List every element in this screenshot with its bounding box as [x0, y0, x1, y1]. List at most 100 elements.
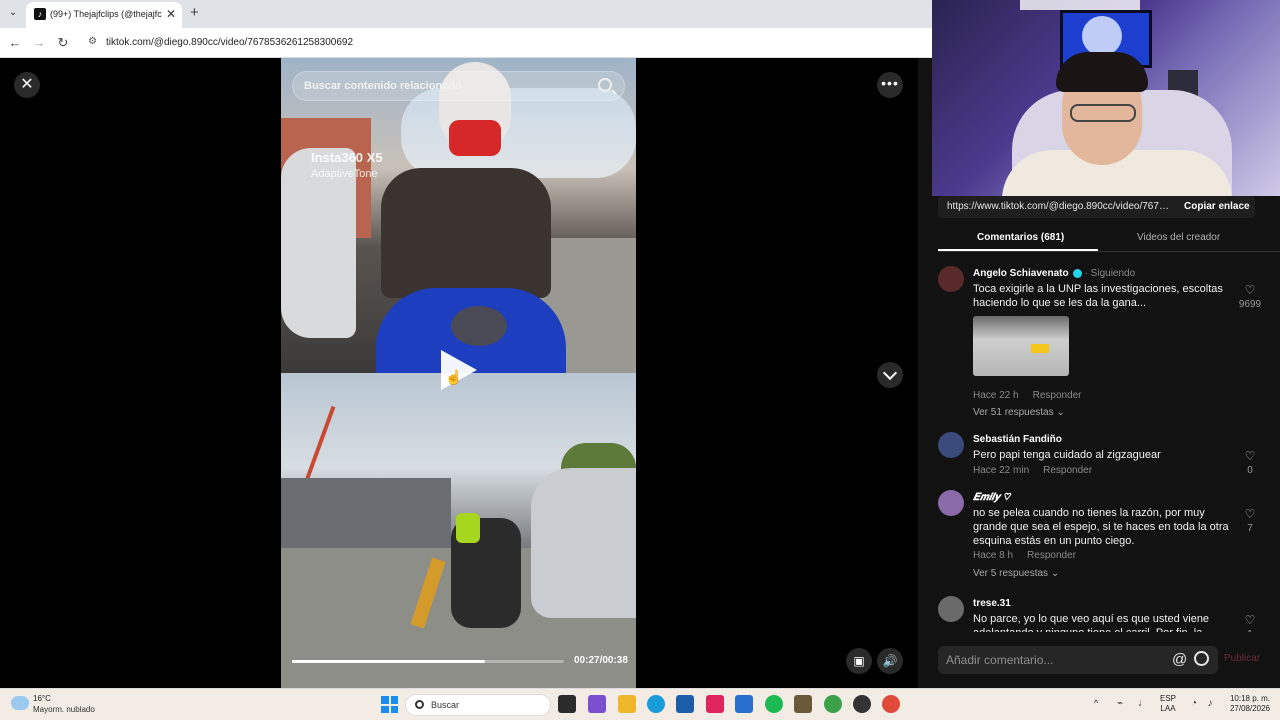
video-watermark: Insta360 X5 [311, 150, 383, 165]
new-tab-button[interactable]: + [190, 4, 199, 22]
webcam-overlay [932, 0, 1280, 196]
task-view-icon[interactable] [558, 695, 576, 713]
weather-temp[interactable]: 16°C [33, 694, 51, 703]
taskbar-search-label: Buscar [431, 700, 460, 710]
author-name[interactable]: Angelo Schiavenato [973, 268, 1069, 279]
tab-comments[interactable]: Comentarios (681) [977, 232, 1064, 243]
like-count: 0 [1247, 465, 1253, 476]
next-video-chevron-down-icon[interactable] [877, 362, 903, 388]
wifi-icon[interactable]: ◔ [1188, 698, 1200, 710]
windows-taskbar: 16°C Mayorm. nublado Buscar ^ ⌁ ♩ ESP LA… [0, 688, 1280, 720]
volume-icon[interactable]: 🔊 [877, 648, 903, 674]
browser-tab[interactable]: ♪ (99+) Thejajfclips (@thejajfclips) ✕ [26, 2, 182, 28]
share-url[interactable]: https://www.tiktok.com/@diego.890cc/vide… [947, 201, 1173, 212]
clock-date: 27/08/2026 [1229, 704, 1270, 713]
video-player[interactable]: Insta360 X5 AdaptiveTone Buscar contenid… [281, 58, 636, 688]
share-link-box: https://www.tiktok.com/@diego.890cc/vide… [938, 196, 1255, 218]
related-search-placeholder: Buscar contenido relacionado [304, 80, 462, 92]
more-options-button[interactable]: ••• [877, 72, 903, 98]
heart-icon[interactable]: ♡ [1244, 284, 1256, 296]
comment-time: Hace 22 h [973, 390, 1019, 401]
screen: ⌄ ♪ (99+) Thejajfclips (@thejajfclips) ✕… [0, 0, 1280, 720]
video-watermark-sub: AdaptiveTone [311, 168, 378, 180]
reply-button[interactable]: Responder [1027, 550, 1076, 561]
site-info-icon[interactable]: ⚙ [88, 36, 97, 47]
back-arrow-icon[interactable]: ← [6, 34, 24, 52]
tab-active-underline [938, 249, 1098, 251]
language-indicator[interactable]: ESP LAA [1160, 694, 1176, 714]
comment-time: Hace 22 min [973, 465, 1030, 476]
tab-title: (99+) Thejajfclips (@thejajfclips) [50, 9, 162, 19]
comment-author[interactable]: 𝑬𝒎𝒊𝒍𝒚 ♡ [973, 492, 1010, 503]
heart-icon[interactable]: ♡ [1244, 450, 1256, 462]
search-icon [415, 700, 424, 709]
like-count: 1 [1230, 629, 1270, 632]
file-explorer-icon[interactable] [618, 695, 636, 713]
tab-close-icon[interactable]: ✕ [166, 7, 176, 21]
mouse-cursor-icon: ☝ [445, 369, 463, 385]
mention-icon[interactable]: @ [1172, 651, 1187, 669]
microphone-icon[interactable]: ♩ [1137, 698, 1149, 710]
heart-icon[interactable]: ♡ [1244, 614, 1256, 626]
taskbar-search[interactable]: Buscar [405, 694, 551, 716]
lang-top: ESP [1160, 694, 1177, 703]
edge-icon[interactable] [647, 695, 665, 713]
avatar[interactable] [938, 596, 964, 622]
chrome-icon[interactable] [824, 695, 842, 713]
view-replies-button[interactable]: Ver 51 respuestas ⌄ [973, 407, 1065, 418]
tray-network-icon[interactable]: ⌁ [1114, 698, 1126, 710]
tiktok-favicon-icon: ♪ [34, 8, 46, 20]
comment-text: No parce, yo lo que veo aquí es que uste… [973, 613, 1210, 632]
copy-link-button[interactable]: Copiar enlace [1184, 201, 1250, 212]
comment-text: Toca exigirle a la UNP las investigacion… [973, 283, 1223, 309]
comment-meta: Hace 22 h Responder [973, 390, 1096, 401]
avatar[interactable] [938, 432, 964, 458]
tab-creator-videos[interactable]: Videos del creador [1137, 232, 1220, 243]
tray-chevron-up-icon[interactable]: ^ [1094, 698, 1098, 708]
reply-button[interactable]: Responder [1043, 465, 1092, 476]
comment-meta: Hace 22 min Responder [973, 465, 1106, 476]
ms-store-icon[interactable] [676, 695, 694, 713]
avatar[interactable] [938, 266, 964, 292]
outlook-icon[interactable] [735, 695, 753, 713]
address-bar[interactable]: ⚙ tiktok.com/@diego.890cc/video/76785362… [82, 32, 927, 54]
comment-image[interactable] [973, 316, 1069, 376]
heart-icon[interactable]: ♡ [1244, 508, 1256, 520]
volume-tray-icon[interactable]: ♪ [1204, 698, 1216, 710]
avatar[interactable] [938, 490, 964, 516]
comment-author[interactable]: Angelo Schiavenato · Siguiendo [973, 268, 1135, 279]
video-progress-bar[interactable] [292, 660, 564, 663]
floating-player-icon[interactable]: ▣ [846, 648, 872, 674]
store-icon[interactable] [588, 695, 606, 713]
comment-author[interactable]: trese.31 [973, 598, 1011, 609]
reload-icon[interactable]: ↻ [54, 34, 72, 52]
comment-author[interactable]: Sebastián Fandiño [973, 434, 1062, 445]
publish-button[interactable]: Publicar [1224, 653, 1260, 664]
related-search-input[interactable]: Buscar contenido relacionado [292, 71, 625, 101]
forward-arrow-icon[interactable]: → [30, 34, 48, 52]
video-progress-fill [292, 660, 486, 663]
browser-toolbar: ← → ↻ ⚙ tiktok.com/@diego.890cc/video/76… [0, 28, 932, 58]
weather-desc[interactable]: Mayorm. nublado [33, 705, 95, 714]
chrome-active-icon[interactable] [882, 695, 900, 713]
tab-search-chevron-icon[interactable]: ⌄ [6, 6, 20, 20]
lang-bottom: LAA [1160, 704, 1176, 713]
verified-badge-icon [1072, 268, 1082, 278]
comments-list: Angelo Schiavenato · Siguiendo Toca exigi… [938, 262, 1280, 632]
taskbar-clock[interactable]: 10:18 p. m. 27/08/2026 [1222, 694, 1270, 714]
emoji-icon[interactable] [1194, 651, 1209, 666]
close-video-button[interactable]: ✕ [14, 72, 40, 98]
video-time: 00:27/00:38 [574, 655, 628, 666]
add-comment-input[interactable]: Añadir comentario... @ [938, 646, 1218, 674]
comment-text: Pero papi tenga cuidado al zigzaguear [973, 449, 1161, 461]
reply-button[interactable]: Responder [1033, 390, 1082, 401]
tiktok-app-icon[interactable] [706, 695, 724, 713]
windows-start-icon[interactable] [381, 696, 398, 713]
app-icon[interactable] [794, 695, 812, 713]
comment-time: Hace 8 h [973, 550, 1014, 561]
spotify-icon[interactable] [765, 695, 783, 713]
view-replies-button[interactable]: Ver 5 respuestas ⌄ [973, 568, 1059, 579]
obs-icon[interactable] [853, 695, 871, 713]
weather-cloud-icon[interactable] [11, 696, 29, 710]
search-icon[interactable] [598, 78, 612, 92]
